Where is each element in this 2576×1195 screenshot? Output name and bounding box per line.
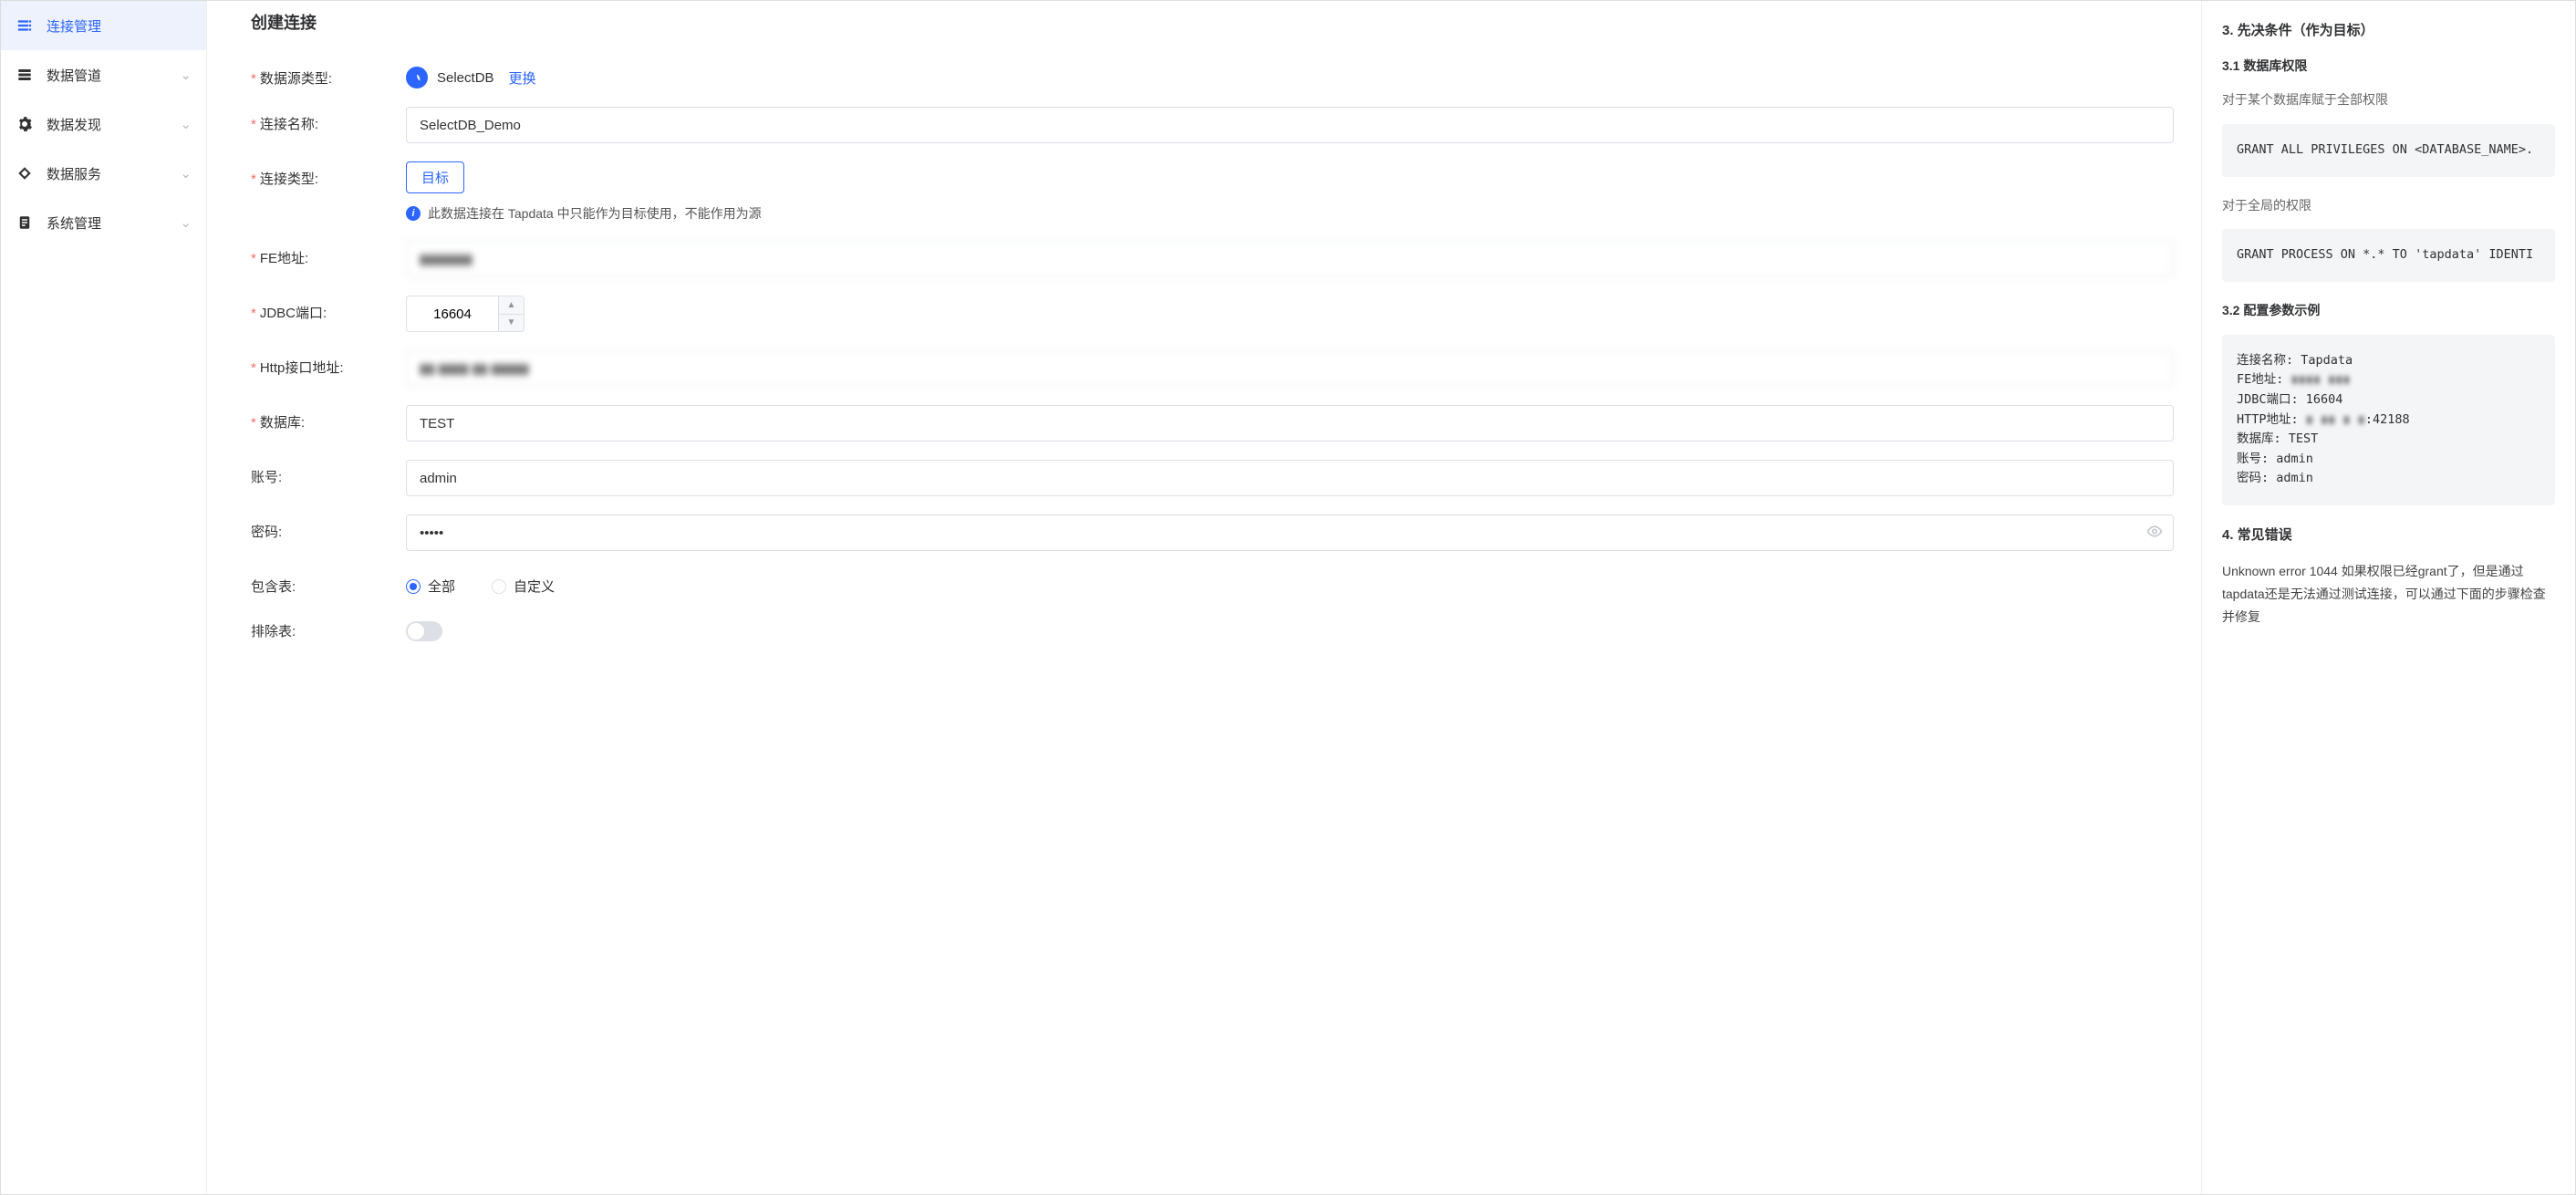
main-content: 创建连接 *数据源类型: SelectDB 更换 *连接名称: *连接类型: 目… xyxy=(207,1,2201,1194)
gear-icon xyxy=(16,115,34,133)
sidebar-item-label: 数据发现 xyxy=(47,115,101,134)
help-example-block: 连接名称: Tapdata FE地址: ▮▮▮▮ ▮▮▮ JDBC端口: 166… xyxy=(2222,335,2555,505)
label-include: 包含表: xyxy=(251,569,406,596)
help-section-31-title: 3.1 数据库权限 xyxy=(2222,56,2555,78)
label-exclude: 排除表: xyxy=(251,614,406,640)
layers-icon xyxy=(16,66,34,84)
help-section-32-title: 3.2 配置参数示例 xyxy=(2222,300,2555,322)
chevron-down-icon: ⌄ xyxy=(180,214,192,231)
label-httpaddr: *Http接口地址: xyxy=(251,350,406,377)
conn-type-hint: i 此数据连接在 Tapdata 中只能作为目标使用，不能作用为源 xyxy=(406,204,2174,223)
clipboard-icon xyxy=(16,213,34,232)
sidebar-item-system[interactable]: 系统管理 ⌄ xyxy=(1,198,206,247)
sidebar-item-service[interactable]: 数据服务 ⌄ xyxy=(1,149,206,198)
fe-addr-input[interactable] xyxy=(406,241,2174,277)
change-ds-link[interactable]: 更换 xyxy=(509,68,536,88)
account-input[interactable] xyxy=(406,460,2174,496)
help-panel: 3. 先决条件（作为目标） 3.1 数据库权限 对于某个数据库赋于全部权限 GR… xyxy=(2201,1,2575,1194)
chevron-down-icon: ⌄ xyxy=(180,116,192,132)
selectdb-logo-icon xyxy=(406,67,428,88)
port-step-down[interactable]: ▼ xyxy=(499,315,524,332)
port-step-up[interactable]: ▲ xyxy=(499,296,524,315)
help-section-3-title: 3. 先决条件（作为目标） xyxy=(2222,19,2555,43)
label-connname: *连接名称: xyxy=(251,107,406,133)
help-desc-2: 对于全局的权限 xyxy=(2222,195,2555,217)
label-account: 账号: xyxy=(251,460,406,486)
sidebar-item-label: 数据管道 xyxy=(47,66,101,85)
help-desc-1: 对于某个数据库赋于全部权限 xyxy=(2222,89,2555,111)
exclude-tables-switch[interactable] xyxy=(406,621,442,641)
ds-name: SelectDB xyxy=(437,70,494,86)
sidebar: 连接管理 数据管道 ⌄ 数据发现 ⌄ 数据服务 ⌄ xyxy=(1,1,207,1194)
list-icon xyxy=(16,16,34,35)
sidebar-item-discovery[interactable]: 数据发现 ⌄ xyxy=(1,99,206,149)
label-database: *数据库: xyxy=(251,405,406,431)
help-code-2: GRANT PROCESS ON *.* TO 'tapdata' IDENTI xyxy=(2222,229,2555,282)
sidebar-item-connection[interactable]: 连接管理 xyxy=(1,1,206,50)
tag-icon xyxy=(16,164,34,182)
conn-name-input[interactable] xyxy=(406,107,2174,143)
page-title: 创建连接 xyxy=(251,10,2174,34)
help-error-text: Unknown error 1044 如果权限已经grant了，但是通过tapd… xyxy=(2222,560,2555,629)
sidebar-item-label: 数据服务 xyxy=(47,164,101,183)
label-conntype: *连接类型: xyxy=(251,161,406,188)
help-code-1: GRANT ALL PRIVILEGES ON <DATABASE_NAME>. xyxy=(2222,124,2555,177)
radio-include-custom[interactable]: 自定义 xyxy=(492,577,555,596)
sidebar-item-pipeline[interactable]: 数据管道 ⌄ xyxy=(1,50,206,99)
http-addr-input[interactable] xyxy=(406,350,2174,387)
label-jdbcport: *JDBC端口: xyxy=(251,296,406,322)
database-input[interactable] xyxy=(406,405,2174,442)
jdbc-port-input[interactable] xyxy=(407,296,498,331)
sidebar-item-label: 连接管理 xyxy=(47,16,101,36)
eye-icon[interactable] xyxy=(2146,524,2163,543)
sidebar-item-label: 系统管理 xyxy=(47,213,101,233)
chevron-down-icon: ⌄ xyxy=(180,67,192,83)
radio-include-all[interactable]: 全部 xyxy=(406,577,455,596)
label-dstype: *数据源类型: xyxy=(251,61,406,88)
chevron-down-icon: ⌄ xyxy=(180,165,192,182)
label-password: 密码: xyxy=(251,514,406,541)
help-section-4-title: 4. 常见错误 xyxy=(2222,524,2555,547)
password-input[interactable] xyxy=(406,514,2174,551)
conn-type-target-button[interactable]: 目标 xyxy=(406,161,464,193)
info-icon: i xyxy=(406,206,421,221)
label-feaddr: *FE地址: xyxy=(251,241,406,267)
